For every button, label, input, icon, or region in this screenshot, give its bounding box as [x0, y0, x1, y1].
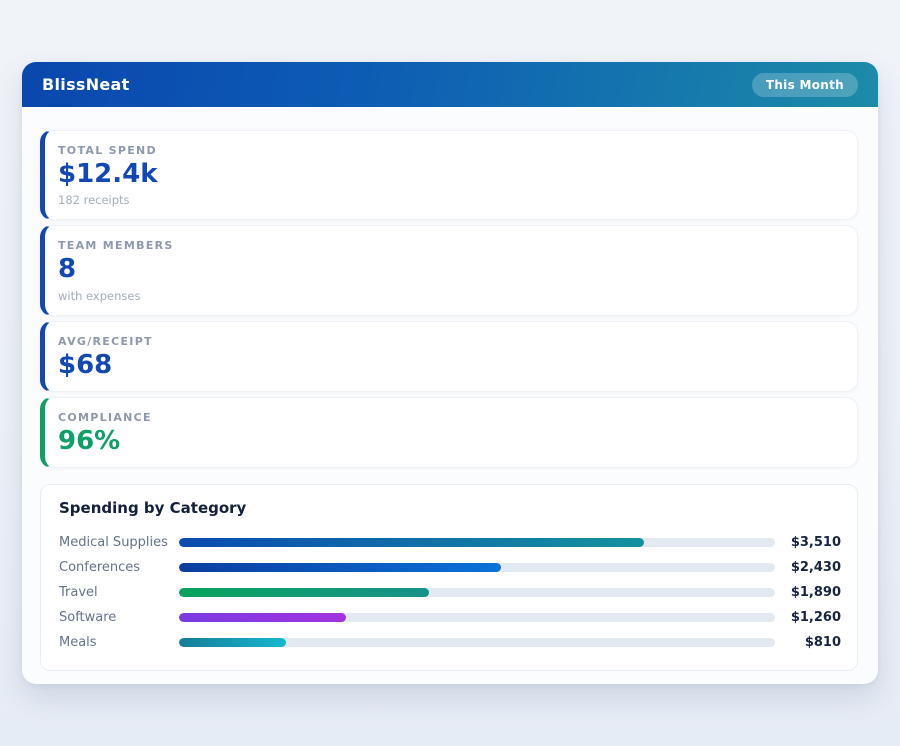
- category-bar-track: [179, 638, 775, 647]
- category-label: Medical Supplies: [59, 535, 179, 550]
- category-row: Medical Supplies $3,510: [59, 530, 841, 555]
- chart-rows: Medical Supplies $3,510 Conferences $2,430 T…: [59, 530, 841, 655]
- app-title: BlissNeat: [42, 75, 130, 94]
- category-row: Conferences $2,430: [59, 555, 841, 580]
- category-value: $2,430: [785, 560, 841, 575]
- stat-value: 8: [58, 256, 839, 283]
- stat-card-avg-receipt: AVG/RECEIPT $68: [40, 321, 858, 392]
- category-value: $810: [785, 635, 841, 650]
- category-label: Software: [59, 610, 179, 625]
- category-row: Travel $1,890: [59, 580, 841, 605]
- chart-title: Spending by Category: [59, 499, 841, 517]
- category-bar-track: [179, 538, 775, 547]
- stat-card-compliance: COMPLIANCE 96%: [40, 397, 858, 468]
- category-bar-track: [179, 588, 775, 597]
- category-value: $1,260: [785, 610, 841, 625]
- category-bar-track: [179, 613, 775, 622]
- dashboard-body: TOTAL SPEND $12.4k 182 receipts TEAM MEMBER…: [22, 107, 878, 693]
- stats-list: TOTAL SPEND $12.4k 182 receipts TEAM MEMBER…: [40, 130, 858, 468]
- stat-value: $12.4k: [58, 161, 839, 188]
- category-label: Meals: [59, 635, 179, 650]
- category-row: Software $1,260: [59, 605, 841, 630]
- category-label: Travel: [59, 585, 179, 600]
- category-bar-fill: [179, 638, 286, 647]
- category-label: Conferences: [59, 560, 179, 575]
- stat-card-total-spend: TOTAL SPEND $12.4k 182 receipts: [40, 130, 858, 220]
- category-bar-fill: [179, 588, 429, 597]
- category-bar-fill: [179, 563, 501, 572]
- period-badge[interactable]: This Month: [752, 73, 858, 97]
- stat-label: TEAM MEMBERS: [58, 239, 839, 252]
- spending-by-category-card: Spending by Category Medical Supplies $3,…: [40, 484, 858, 671]
- stat-value: 96%: [58, 428, 839, 455]
- stat-value: $68: [58, 352, 839, 379]
- stat-label: TOTAL SPEND: [58, 144, 839, 157]
- category-value: $1,890: [785, 585, 841, 600]
- page-background: BlissNeat This Month TOTAL SPEND $12.4k 18…: [0, 0, 900, 746]
- category-row: Meals $810: [59, 630, 841, 655]
- category-value: $3,510: [785, 535, 841, 550]
- stat-label: AVG/RECEIPT: [58, 335, 839, 348]
- category-bar-fill: [179, 613, 346, 622]
- app-header: BlissNeat This Month: [22, 62, 878, 107]
- stat-label: COMPLIANCE: [58, 411, 839, 424]
- stat-card-team-members: TEAM MEMBERS 8 with expenses: [40, 225, 858, 315]
- category-bar-track: [179, 563, 775, 572]
- stat-subtext: with expenses: [58, 289, 839, 303]
- category-bar-fill: [179, 538, 644, 547]
- dashboard-card: BlissNeat This Month TOTAL SPEND $12.4k 18…: [22, 62, 878, 684]
- stat-subtext: 182 receipts: [58, 193, 839, 207]
